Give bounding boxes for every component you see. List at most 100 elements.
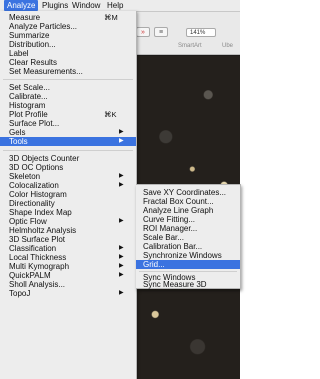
menu-item-label: Skeleton bbox=[9, 172, 41, 181]
shortcut-label: ⌘M bbox=[104, 13, 118, 22]
menu-item-shape-index-map[interactable]: Shape Index Map bbox=[0, 208, 136, 217]
menu-item-label: Plot Profile bbox=[9, 110, 48, 119]
shortcut-label: ⌘K bbox=[104, 110, 117, 119]
menu-item-gels[interactable]: Gels ▶ bbox=[0, 128, 136, 137]
menu-item-directionality[interactable]: Directionality bbox=[0, 199, 136, 208]
menu-item-color-histogram[interactable]: Color Histogram bbox=[0, 190, 136, 199]
menu-item-optic-flow[interactable]: Optic Flow ▶ bbox=[0, 217, 136, 226]
menu-item-3d-objects-counter[interactable]: 3D Objects Counter bbox=[0, 154, 136, 163]
submenu-item-scale-bar[interactable]: Scale Bar... bbox=[136, 233, 240, 242]
menu-item-calibrate[interactable]: Calibrate... bbox=[0, 92, 136, 101]
submenu-arrow-icon: ▶ bbox=[119, 245, 124, 251]
submenu-item-grid[interactable]: Grid... bbox=[136, 260, 240, 269]
ribbon-button[interactable]: » bbox=[136, 27, 150, 37]
menu-item-quickpalm[interactable]: QuickPALM ▶ bbox=[0, 271, 136, 280]
menu-item-set-measurements[interactable]: Set Measurements... bbox=[0, 67, 136, 76]
submenu-item-synchronize-windows[interactable]: Synchronize Windows bbox=[136, 251, 240, 260]
submenu-arrow-icon: ▶ bbox=[119, 173, 124, 179]
menu-item-plot-profile[interactable]: Plot Profile ⌘K bbox=[0, 110, 136, 119]
menu-item-label: 3D Surface Plot bbox=[9, 235, 66, 244]
menu-item-label: Curve Fitting... bbox=[143, 215, 196, 224]
menu-item-skeleton[interactable]: Skeleton ▶ bbox=[0, 172, 136, 181]
menu-item-label: Summarize bbox=[9, 31, 50, 40]
menu-item-3d-oc-options[interactable]: 3D OC Options bbox=[0, 163, 136, 172]
menu-item-label: Optic Flow bbox=[9, 217, 47, 226]
menu-item-label: Synchronize Windows bbox=[143, 251, 222, 260]
menu-item-label: Calibration Bar... bbox=[143, 242, 203, 251]
menu-item-label: Directionality bbox=[9, 199, 55, 208]
menu-item-sholl-analysis[interactable]: Sholl Analysis... bbox=[0, 280, 136, 289]
menu-item-label: Local Thickness bbox=[9, 253, 67, 262]
menu-item-label: Distribution... bbox=[9, 40, 56, 49]
menu-item-label: Calibrate... bbox=[9, 92, 48, 101]
zoom-field[interactable]: 141% bbox=[186, 28, 216, 37]
menu-separator bbox=[3, 79, 133, 80]
menu-separator bbox=[139, 271, 237, 272]
menu-item-label: Helmholtz Analysis bbox=[9, 226, 77, 235]
menu-separator bbox=[3, 150, 133, 151]
menu-item-set-scale[interactable]: Set Scale... bbox=[0, 83, 136, 92]
background-ribbon: » ≡ 141% SmartArt Ube bbox=[134, 12, 240, 55]
menu-item-label: Grid... bbox=[143, 260, 165, 269]
menu-item-label[interactable]: Label bbox=[0, 49, 136, 58]
menu-item-colocalization[interactable]: Colocalization ▶ bbox=[0, 181, 136, 190]
menu-item-label: Measure bbox=[9, 13, 41, 22]
menu-item-tools[interactable]: Tools ▶ bbox=[0, 137, 136, 146]
menu-item-label: Analyze Particles... bbox=[9, 22, 78, 31]
menu-item-label: Scale Bar... bbox=[143, 233, 184, 242]
submenu-arrow-icon: ▶ bbox=[119, 254, 124, 260]
menu-item-label: Shape Index Map bbox=[9, 208, 72, 217]
menu-item-helmholtz-analysis[interactable]: Helmholtz Analysis bbox=[0, 226, 136, 235]
menu-item-label: Histogram bbox=[9, 101, 46, 110]
menu-item-label: TopoJ bbox=[9, 289, 31, 298]
submenu-item-save-xy-coordinates[interactable]: Save XY Coordinates... bbox=[136, 188, 240, 197]
ribbon-label-smartart: SmartArt bbox=[178, 43, 202, 49]
menu-item-distribution[interactable]: Distribution... bbox=[0, 40, 136, 49]
menu-item-label: Clear Results bbox=[9, 58, 58, 67]
analyze-menu: Measure ⌘M Analyze Particles... Summariz… bbox=[0, 11, 137, 379]
submenu-arrow-icon: ▶ bbox=[119, 182, 124, 188]
menu-item-analyze-particles[interactable]: Analyze Particles... bbox=[0, 22, 136, 31]
menu-item-topoj[interactable]: TopoJ ▶ bbox=[0, 289, 136, 298]
menu-item-label: ROI Manager... bbox=[143, 224, 198, 233]
submenu-arrow-icon: ▶ bbox=[119, 218, 124, 224]
menu-item-label: Set Measurements... bbox=[9, 67, 83, 76]
menu-item-surface-plot[interactable]: Surface Plot... bbox=[0, 119, 136, 128]
menu-item-label: Sholl Analysis... bbox=[9, 280, 66, 289]
submenu-item-fractal-box-count[interactable]: Fractal Box Count... bbox=[136, 197, 240, 206]
menu-item-measure[interactable]: Measure ⌘M bbox=[0, 13, 136, 22]
menu-item-label: Analyze Line Graph bbox=[143, 206, 214, 215]
menu-analyze[interactable]: Analyze bbox=[4, 0, 39, 11]
submenu-arrow-icon: ▶ bbox=[119, 129, 124, 135]
menu-item-label: Fractal Box Count... bbox=[143, 197, 214, 206]
menu-item-histogram[interactable]: Histogram bbox=[0, 101, 136, 110]
menu-item-label: Set Scale... bbox=[9, 83, 50, 92]
menu-item-local-thickness[interactable]: Local Thickness ▶ bbox=[0, 253, 136, 262]
submenu-arrow-icon: ▶ bbox=[119, 272, 124, 278]
submenu-item-calibration-bar[interactable]: Calibration Bar... bbox=[136, 242, 240, 251]
menu-help[interactable]: Help bbox=[104, 0, 126, 11]
menu-item-label: Surface Plot... bbox=[9, 119, 60, 128]
submenu-item-curve-fitting[interactable]: Curve Fitting... bbox=[136, 215, 240, 224]
menu-item-label: 3D OC Options bbox=[9, 163, 64, 172]
menu-item-3d-surface-plot[interactable]: 3D Surface Plot bbox=[0, 235, 136, 244]
menu-item-multi-kymograph[interactable]: Multi Kymograph ▶ bbox=[0, 262, 136, 271]
submenu-item-sync-measure-3d[interactable]: Sync Measure 3D bbox=[136, 280, 240, 289]
menu-item-label: Gels bbox=[9, 128, 26, 137]
menu-item-label: Classification bbox=[9, 244, 57, 253]
menu-window[interactable]: Window bbox=[69, 0, 103, 11]
submenu-arrow-icon: ▶ bbox=[119, 290, 124, 296]
menu-item-label: 3D Objects Counter bbox=[9, 154, 80, 163]
submenu-item-roi-manager[interactable]: ROI Manager... bbox=[136, 224, 240, 233]
submenu-arrow-icon: ▶ bbox=[119, 138, 124, 144]
submenu-item-analyze-line-graph[interactable]: Analyze Line Graph bbox=[136, 206, 240, 215]
menu-item-summarize[interactable]: Summarize bbox=[0, 31, 136, 40]
ribbon-button-2[interactable]: ≡ bbox=[154, 27, 168, 37]
menu-item-label: Sync Measure 3D bbox=[143, 280, 207, 289]
menu-plugins[interactable]: Plugins bbox=[39, 0, 71, 11]
ribbon-label-2: Ube bbox=[222, 43, 234, 49]
submenu-arrow-icon: ▶ bbox=[119, 263, 124, 269]
menu-item-classification[interactable]: Classification ▶ bbox=[0, 244, 136, 253]
menu-item-clear-results[interactable]: Clear Results bbox=[0, 58, 136, 67]
tools-submenu: Save XY Coordinates... Fractal Box Count… bbox=[136, 184, 241, 289]
